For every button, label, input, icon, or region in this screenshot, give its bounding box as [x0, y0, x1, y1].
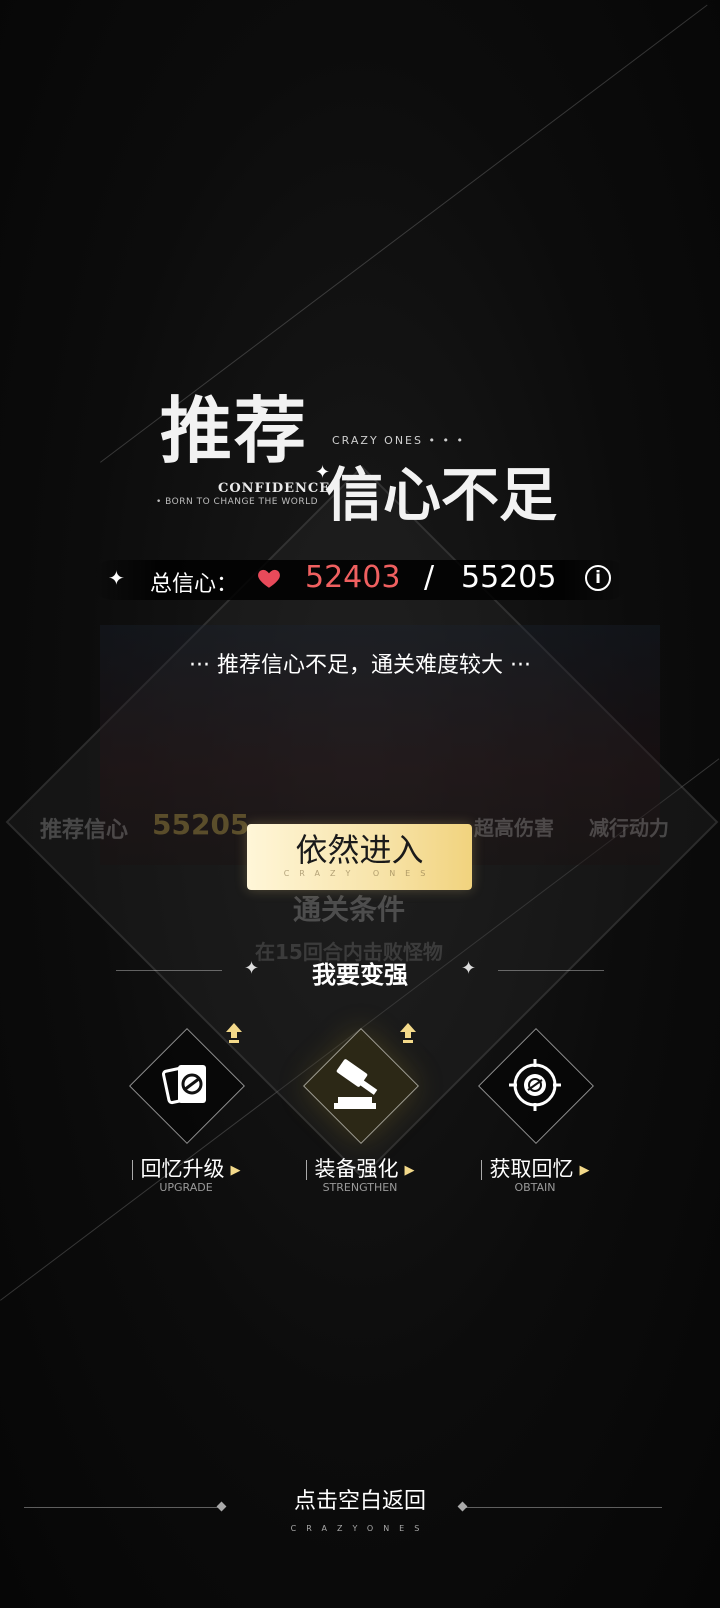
current-confidence-value: 52403	[305, 560, 401, 595]
feature-upgrade-name: 回忆升级 ▶	[111, 1153, 261, 1183]
feature-strengthen-en: STRENGTHEN	[322, 1181, 398, 1194]
title-confidence-en: CONFIDENCE	[218, 481, 331, 496]
confidence-separator: /	[424, 560, 435, 595]
footer-line-right	[466, 1507, 662, 1508]
bg-recommend-value: 55205	[152, 808, 250, 841]
footer-brand: CRAZYONES	[290, 1524, 430, 1533]
upgrade-arrow-icon	[400, 1023, 416, 1043]
bg-tag-damage: 超高伤害	[474, 816, 554, 840]
feature-strengthen-name: 装备强化 ▶	[285, 1153, 435, 1183]
title-confidence-insufficient: 信心不足	[325, 461, 558, 529]
bg-tag-action: 减行动力	[589, 816, 669, 840]
feature-obtain-en: OBTAIN	[514, 1181, 556, 1194]
upgrade-arrow-icon	[226, 1023, 242, 1043]
total-confidence-label: 总信心：	[150, 572, 239, 597]
section-divider-right	[498, 970, 604, 971]
bg-clear-title: 通关条件	[293, 893, 406, 926]
memory-card-icon	[161, 1065, 206, 1105]
difficulty-warning: ··· 推荐信心不足，通关难度较大 ···	[189, 653, 531, 678]
strengthen-section-title: 我要变强	[312, 960, 408, 989]
info-icon[interactable]: i	[585, 565, 611, 591]
enter-anyway-button[interactable]: 依然进入 CRAZY ONES	[247, 824, 472, 890]
enter-anyway-label: 依然进入	[295, 831, 424, 869]
feature-obtain-name: 获取回忆 ▶	[460, 1153, 610, 1183]
tap-to-return-text[interactable]: 点击空白返回	[0, 1483, 720, 1515]
title-born-tagline: • BORN TO CHANGE THE WORLD	[156, 497, 319, 507]
enter-anyway-sub: CRAZY ONES	[283, 869, 436, 878]
sparkle-icon: ✦	[461, 958, 477, 979]
required-confidence-value: 55205	[461, 560, 557, 595]
heart-icon	[258, 569, 280, 588]
sparkle-icon: ✦	[108, 566, 125, 590]
bg-recommend-label: 推荐信心	[40, 818, 129, 843]
title-recommend: 推荐	[160, 388, 309, 473]
feature-upgrade-en: UPGRADE	[159, 1181, 213, 1194]
title-crazy-ones: CRAZY ONES • • •	[332, 434, 465, 447]
hammer-icon	[334, 1059, 378, 1109]
target-icon	[509, 1059, 561, 1111]
